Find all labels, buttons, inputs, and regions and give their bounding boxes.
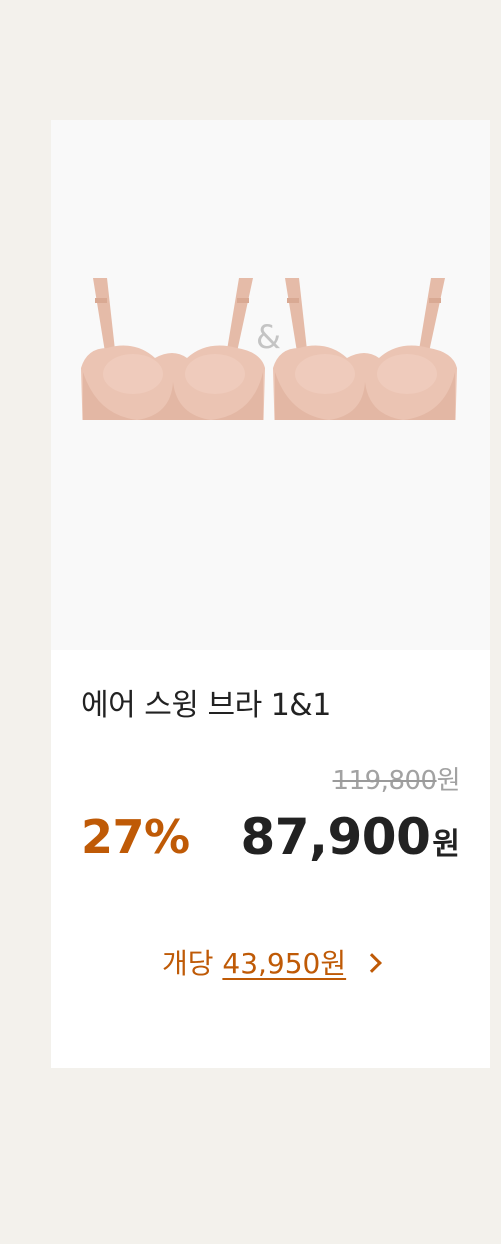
product-title[interactable]: 에어 스윙 브라 1&1 [81, 680, 331, 724]
chevron-right-icon [362, 953, 382, 973]
sale-price-value: 87,900 [240, 808, 431, 866]
sale-price-currency: 원 [432, 827, 460, 862]
product-card[interactable]: & 에어 스윙 브라 1&1 119,800원 27% 87,900원 개당 4… [51, 120, 490, 1068]
original-price: 119,800원 [332, 760, 461, 797]
per-unit-price-link[interactable]: 개당 43,950원 [51, 942, 490, 982]
bra-image-left [81, 278, 265, 420]
per-unit-label: 개당 [161, 947, 214, 980]
sale-price: 87,900원 [240, 808, 460, 866]
per-unit-price: 43,950원 [222, 947, 347, 980]
discount-rate: 27% [81, 810, 190, 864]
product-image[interactable]: & [51, 120, 490, 650]
original-price-currency: 원 [436, 766, 461, 796]
bra-image-right [273, 278, 457, 420]
original-price-value: 119,800 [332, 766, 438, 796]
